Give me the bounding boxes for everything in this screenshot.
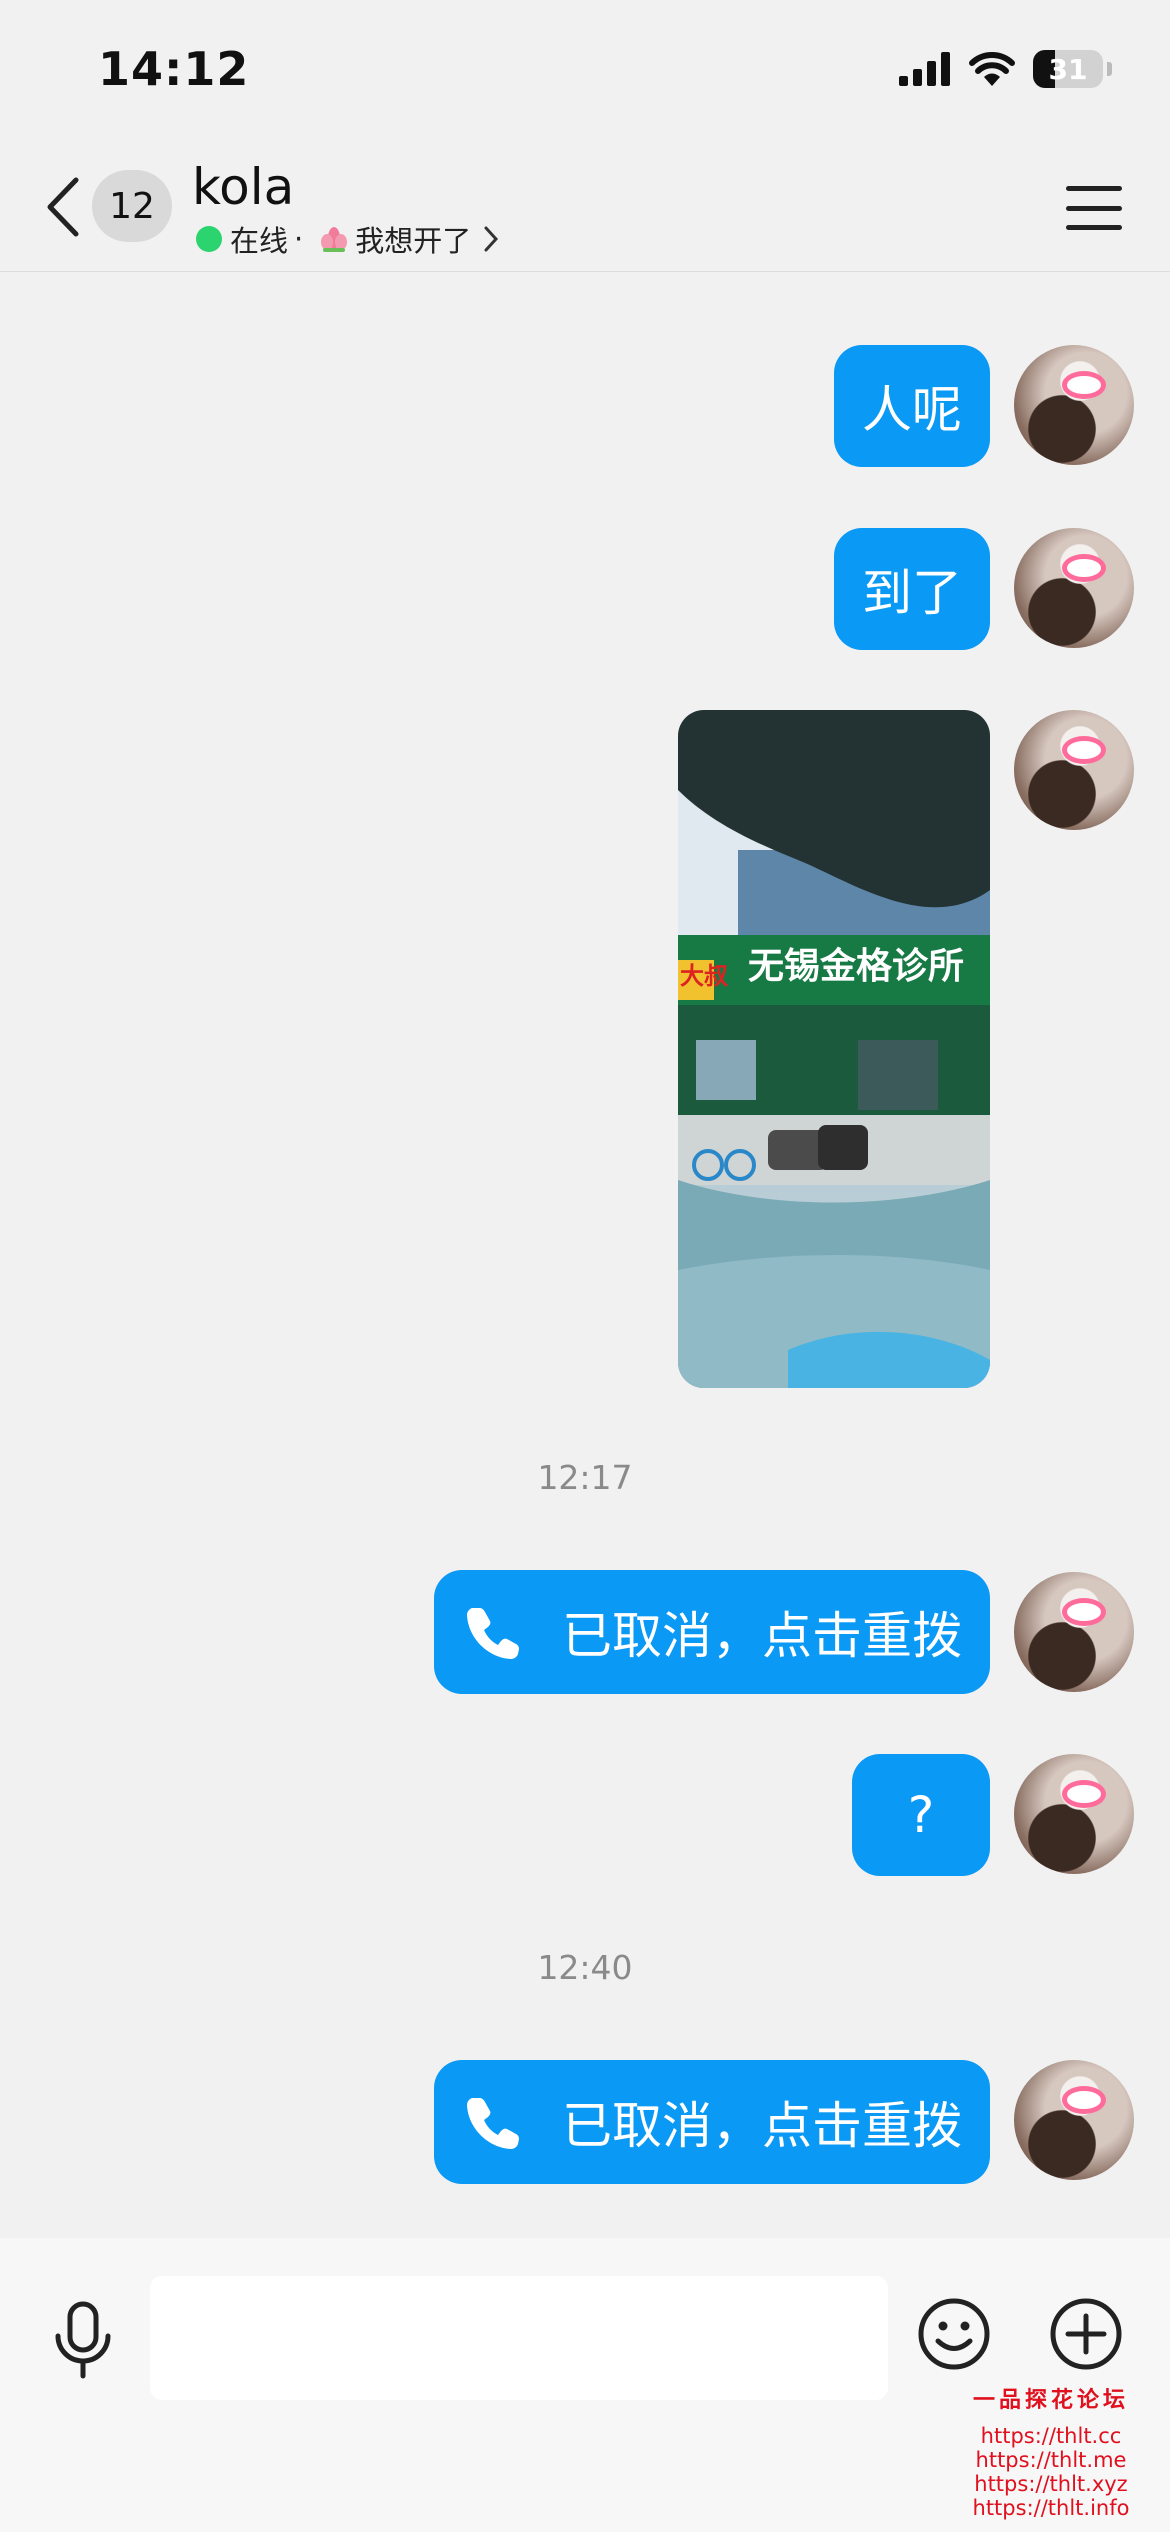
message-input[interactable] xyxy=(150,2276,888,2400)
watermark: 一品探花论坛 https://thlt.cc https://thlt.me h… xyxy=(946,2382,1156,2520)
watermark-link: https://thlt.me xyxy=(975,2448,1127,2472)
call-status-text: 已取消，点击重拨 xyxy=(562,1607,962,1665)
avatar[interactable] xyxy=(1014,1754,1134,1874)
image-message[interactable]: 无锡金格诊所 大叔 xyxy=(678,710,990,1388)
chat-header: 12 kola 在线 · 我想开了 xyxy=(0,150,1170,272)
emoji-icon[interactable] xyxy=(916,2296,992,2372)
photo-sign-side-text: 大叔 xyxy=(680,962,729,990)
cellular-signal-icon xyxy=(899,52,950,86)
contact-name[interactable]: kola xyxy=(192,158,294,216)
microphone-icon[interactable] xyxy=(50,2300,116,2380)
watermark-title: 一品探花论坛 xyxy=(972,2388,1129,2413)
status-separator: · xyxy=(294,222,304,256)
watermark-link: https://thlt.xyz xyxy=(974,2472,1128,2496)
avatar[interactable] xyxy=(1014,710,1134,830)
message-bubble[interactable]: ? xyxy=(852,1754,990,1876)
battery-cap xyxy=(1107,62,1112,76)
watermark-link: https://thlt.cc xyxy=(980,2424,1122,2448)
lotus-icon xyxy=(321,227,348,252)
avatar[interactable] xyxy=(1014,528,1134,648)
call-status-text: 已取消，点击重拨 xyxy=(562,2097,962,2155)
avatar[interactable] xyxy=(1014,1572,1134,1692)
photo-street-scene: 无锡金格诊所 大叔 xyxy=(678,710,990,1388)
online-status-text: 在线 xyxy=(230,224,289,258)
message-bubble[interactable]: 人呢 xyxy=(834,345,990,467)
avatar[interactable] xyxy=(1014,2060,1134,2180)
status-time: 14:12 xyxy=(98,42,250,96)
call-redial-bubble[interactable]: 已取消，点击重拨 xyxy=(434,2060,990,2184)
photo-sign-text: 无锡金格诊所 xyxy=(748,945,964,987)
menu-icon-line xyxy=(1066,225,1122,230)
unread-count-badge[interactable]: 12 xyxy=(92,170,172,242)
message-bubble[interactable]: 到了 xyxy=(834,528,990,650)
menu-button[interactable] xyxy=(1062,178,1126,238)
mood-text: 我想开了 xyxy=(355,224,472,258)
back-chevron-icon xyxy=(47,177,79,237)
phone-icon xyxy=(467,2098,519,2149)
message-timestamp: 12:40 xyxy=(537,1948,633,1987)
phone-icon xyxy=(467,1608,519,1659)
plus-icon[interactable] xyxy=(1048,2296,1124,2372)
menu-icon-line xyxy=(1066,186,1122,191)
status-icons: 31 xyxy=(899,50,1112,88)
chevron-right-icon xyxy=(484,226,499,252)
avatar[interactable] xyxy=(1014,345,1134,465)
menu-icon-line xyxy=(1066,205,1122,211)
contact-status[interactable]: 在线 · 我想开了 xyxy=(196,218,501,260)
back-button[interactable] xyxy=(40,172,86,242)
message-timestamp: 12:17 xyxy=(537,1458,633,1497)
call-redial-bubble[interactable]: 已取消，点击重拨 xyxy=(434,1570,990,1694)
battery-icon: 31 xyxy=(1033,50,1103,88)
battery-level: 31 xyxy=(1048,52,1088,86)
online-dot-icon xyxy=(196,226,222,252)
status-bar: 14:12 31 xyxy=(0,0,1170,150)
watermark-link: https://thlt.info xyxy=(972,2496,1130,2520)
wifi-icon xyxy=(969,52,1015,86)
